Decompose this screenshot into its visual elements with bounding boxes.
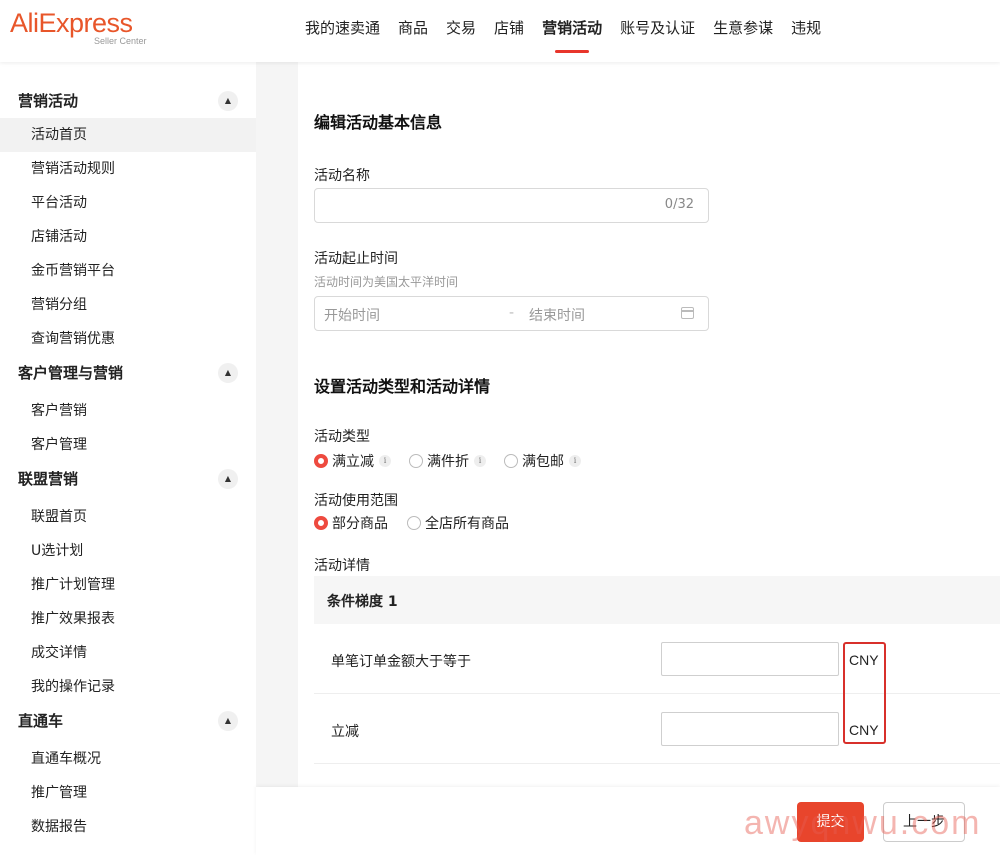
condition-tier-header: 条件梯度 1 <box>314 576 1000 624</box>
sidebar-group-direct-train[interactable]: 直通车 ▲ <box>0 704 256 738</box>
calendar-icon[interactable] <box>681 307 694 319</box>
sidebar-item-promo-management[interactable]: 推广管理 <box>0 776 256 810</box>
sidebar-group-title: 客户管理与营销 <box>18 364 123 382</box>
radio-unchecked-icon[interactable] <box>504 454 518 468</box>
nav-products[interactable]: 商品 <box>389 0 437 62</box>
sidebar-item-promo-reports[interactable]: 推广效果报表 <box>0 602 256 636</box>
sidebar-group-customers[interactable]: 客户管理与营销 ▲ <box>0 356 256 390</box>
threshold-label: 单笔订单金额大于等于 <box>331 651 471 671</box>
sidebar: 营销活动 ▲ 活动首页 营销活动规则 平台活动 店铺活动 金币营销平台 营销分组… <box>0 62 256 855</box>
scope-option-partial[interactable]: 部分商品 <box>314 513 393 533</box>
activity-type-radio-group: 满立减 i 满件折 i 满包邮 i <box>314 451 599 471</box>
row-divider <box>314 763 1000 764</box>
type-option-full-reduction[interactable]: 满立减 i <box>314 451 405 471</box>
name-char-counter: 0/32 <box>665 197 694 212</box>
radio-checked-icon[interactable] <box>314 516 328 530</box>
activity-type-label: 活动类型 <box>314 426 370 446</box>
nav-business-advisor[interactable]: 生意参谋 <box>704 0 782 62</box>
activity-detail-label: 活动详情 <box>314 555 370 575</box>
sidebar-item-marketing-rules[interactable]: 营销活动规则 <box>0 152 256 186</box>
radio-label: 全店所有商品 <box>425 513 509 533</box>
radio-label: 满立减 <box>332 451 374 471</box>
info-icon[interactable]: i <box>379 455 391 467</box>
activity-name-label: 活动名称 <box>314 165 370 185</box>
sidebar-item-deal-details[interactable]: 成交详情 <box>0 636 256 670</box>
activity-scope-radio-group: 部分商品 全店所有商品 <box>314 513 518 533</box>
threshold-amount-input[interactable] <box>661 642 839 676</box>
date-range-picker[interactable]: 开始时间 - 结束时间 <box>314 296 709 331</box>
info-icon[interactable]: i <box>569 455 581 467</box>
nav-marketing[interactable]: 营销活动 <box>533 0 611 62</box>
sidebar-item-coin-platform[interactable]: 金币营销平台 <box>0 254 256 288</box>
radio-unchecked-icon[interactable] <box>407 516 421 530</box>
sidebar-group-title: 直通车 <box>18 712 63 730</box>
activity-scope-label: 活动使用范围 <box>314 490 398 510</box>
top-nav: 我的速卖通 商品 交易 店铺 营销活动 账号及认证 生意参谋 违规 <box>296 0 830 62</box>
activity-time-hint: 活动时间为美国太平洋时间 <box>314 273 458 290</box>
discount-amount-input[interactable] <box>661 712 839 746</box>
sidebar-item-customer-management[interactable]: 客户管理 <box>0 428 256 462</box>
chevron-up-icon[interactable]: ▲ <box>218 363 238 383</box>
nav-violations[interactable]: 违规 <box>782 0 830 62</box>
chevron-up-icon[interactable]: ▲ <box>218 91 238 111</box>
sidebar-group-affiliate[interactable]: 联盟营销 ▲ <box>0 462 256 496</box>
sidebar-item-u-select[interactable]: U选计划 <box>0 534 256 568</box>
aliexpress-logo[interactable]: AliExpress Seller Center <box>10 8 133 38</box>
sidebar-group-title: 营销活动 <box>18 92 78 110</box>
nav-my-aliexpress[interactable]: 我的速卖通 <box>296 0 389 62</box>
type-option-free-shipping[interactable]: 满包邮 i <box>504 451 595 471</box>
end-time-placeholder[interactable]: 结束时间 <box>529 305 585 325</box>
watermark-text: awyqnwu.com <box>744 804 981 843</box>
sidebar-group-title: 联盟营销 <box>18 470 78 488</box>
scope-option-all-store[interactable]: 全店所有商品 <box>407 513 514 533</box>
currency-highlight-box <box>843 642 886 744</box>
sidebar-item-direct-train-overview[interactable]: 直通车概况 <box>0 742 256 776</box>
nav-orders[interactable]: 交易 <box>437 0 485 62</box>
nav-account[interactable]: 账号及认证 <box>611 0 704 62</box>
sidebar-item-store-activity[interactable]: 店铺活动 <box>0 220 256 254</box>
radio-label: 满件折 <box>427 451 469 471</box>
nav-store[interactable]: 店铺 <box>485 0 533 62</box>
date-range-separator: - <box>509 305 514 321</box>
row-divider <box>314 693 1000 694</box>
info-icon[interactable]: i <box>474 455 486 467</box>
sidebar-item-platform-activity[interactable]: 平台活动 <box>0 186 256 220</box>
start-time-placeholder[interactable]: 开始时间 <box>324 305 380 325</box>
chevron-up-icon[interactable]: ▲ <box>218 711 238 731</box>
sidebar-item-operation-log[interactable]: 我的操作记录 <box>0 670 256 704</box>
basic-info-title: 编辑活动基本信息 <box>314 109 442 133</box>
sidebar-item-query-discounts[interactable]: 查询营销优惠 <box>0 322 256 356</box>
radio-label: 满包邮 <box>522 451 564 471</box>
radio-unchecked-icon[interactable] <box>409 454 423 468</box>
logo-text: AliExpress <box>10 8 133 38</box>
type-option-piece-discount[interactable]: 满件折 i <box>409 451 500 471</box>
discount-label: 立减 <box>331 721 359 741</box>
sidebar-item-activity-home[interactable]: 活动首页 <box>0 118 256 152</box>
chevron-up-icon[interactable]: ▲ <box>218 469 238 489</box>
condition-tier-title: 条件梯度 1 <box>327 591 398 611</box>
logo-subtitle: Seller Center <box>94 36 147 46</box>
content-gutter <box>256 62 298 855</box>
sidebar-item-customer-marketing[interactable]: 客户营销 <box>0 394 256 428</box>
activity-time-label: 活动起止时间 <box>314 248 398 268</box>
activity-name-input[interactable]: 0/32 <box>314 188 709 223</box>
sidebar-group-marketing[interactable]: 营销活动 ▲ <box>0 84 256 118</box>
radio-checked-icon[interactable] <box>314 454 328 468</box>
sidebar-item-data-reports[interactable]: 数据报告 <box>0 810 256 844</box>
type-section-title: 设置活动类型和活动详情 <box>314 373 490 397</box>
top-header: AliExpress Seller Center 我的速卖通 商品 交易 店铺 … <box>0 0 1000 62</box>
radio-label: 部分商品 <box>332 513 388 533</box>
activity-form: 编辑活动基本信息 活动名称 0/32 活动起止时间 活动时间为美国太平洋时间 开… <box>298 62 1000 787</box>
sidebar-item-affiliate-home[interactable]: 联盟首页 <box>0 500 256 534</box>
sidebar-item-promo-plans[interactable]: 推广计划管理 <box>0 568 256 602</box>
sidebar-item-marketing-groups[interactable]: 营销分组 <box>0 288 256 322</box>
